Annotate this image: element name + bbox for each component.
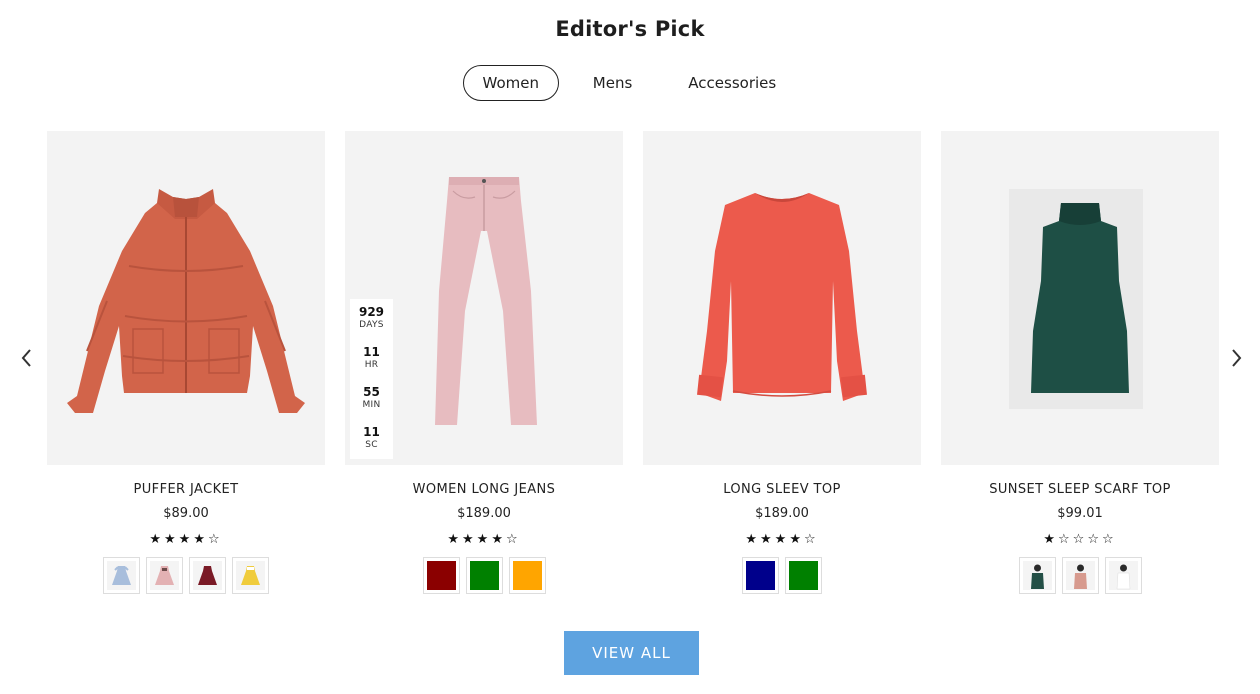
- swatch-fill: [789, 561, 818, 590]
- countdown-hours: 11: [363, 345, 380, 359]
- swatch-list: [47, 557, 325, 594]
- product-image[interactable]: [941, 131, 1219, 465]
- tab-accessories[interactable]: Accessories: [667, 65, 797, 101]
- carousel-prev-button[interactable]: [17, 344, 37, 372]
- swatch-fill: [469, 561, 499, 590]
- swatch-list: [941, 557, 1219, 594]
- pink-top-thumb[interactable]: [1061, 557, 1099, 594]
- product-price: $189.00: [755, 506, 809, 521]
- swatch-list: [643, 557, 921, 594]
- product-image[interactable]: [47, 131, 325, 465]
- countdown-minutes-label: MIN: [362, 400, 381, 410]
- countdown-days-label: DAYS: [359, 320, 384, 330]
- green-top-thumb[interactable]: [1018, 557, 1056, 594]
- product-price: $99.01: [1057, 506, 1103, 521]
- color-swatch[interactable]: [742, 557, 779, 594]
- section-title: Editor's Pick: [555, 17, 705, 41]
- swatch-fill: [746, 561, 775, 590]
- product-card[interactable]: 929 DAYS 11 HR 55 MIN 11 SC WOMEN LONG J…: [345, 131, 623, 594]
- countdown-timer: 929 DAYS 11 HR 55 MIN 11 SC: [350, 299, 393, 459]
- product-card[interactable]: PUFFER JACKET $89.00 ★★★★☆: [47, 131, 325, 594]
- white-top-thumb[interactable]: [1104, 557, 1142, 594]
- tab-mens[interactable]: Mens: [572, 65, 654, 101]
- countdown-hours-label: HR: [364, 360, 379, 370]
- yellow-dress-thumb[interactable]: [232, 557, 269, 594]
- color-swatch[interactable]: [465, 557, 503, 594]
- carousel-next-button[interactable]: [1227, 344, 1247, 372]
- chevron-left-icon: [21, 349, 31, 367]
- product-price: $89.00: [163, 506, 209, 521]
- product-name[interactable]: PUFFER JACKET: [47, 482, 325, 498]
- view-all-button[interactable]: VIEW ALL: [564, 631, 699, 675]
- star-rating: ★★★★☆: [745, 532, 819, 547]
- burgundy-dress-thumb[interactable]: [189, 557, 226, 594]
- star-rating: ★★★★☆: [149, 532, 223, 547]
- color-swatch[interactable]: [422, 557, 460, 594]
- swatch-list: [345, 557, 623, 594]
- star-rating: ★★★★☆: [447, 532, 521, 547]
- chevron-right-icon: [1232, 349, 1242, 367]
- product-price: $189.00: [457, 506, 511, 521]
- swatch-fill: [426, 561, 456, 590]
- coral-top-image: [697, 193, 867, 401]
- blue-dress-thumb[interactable]: [103, 557, 140, 594]
- pink-dress-thumb[interactable]: [146, 557, 183, 594]
- product-card[interactable]: SUNSET SLEEP SCARF TOP $99.01 ★☆☆☆☆: [941, 131, 1219, 594]
- countdown-seconds-label: SC: [365, 440, 378, 450]
- countdown-seconds: 11: [363, 425, 380, 439]
- product-name[interactable]: LONG SLEEV TOP: [643, 482, 921, 498]
- swatch-fill: [512, 561, 542, 590]
- countdown-days: 929: [358, 305, 385, 319]
- product-image[interactable]: [643, 131, 921, 465]
- tab-women[interactable]: Women: [462, 65, 559, 101]
- star-rating: ★☆☆☆☆: [1043, 532, 1117, 547]
- category-tabs: Women Mens Accessories: [0, 65, 1260, 101]
- product-name[interactable]: SUNSET SLEEP SCARF TOP: [941, 482, 1219, 498]
- color-swatch[interactable]: [508, 557, 546, 594]
- product-image[interactable]: 929 DAYS 11 HR 55 MIN 11 SC: [345, 131, 623, 465]
- color-swatch[interactable]: [785, 557, 822, 594]
- product-card[interactable]: LONG SLEEV TOP $189.00 ★★★★☆: [643, 131, 921, 594]
- product-name[interactable]: WOMEN LONG JEANS: [345, 482, 623, 498]
- puffer-jacket-image: [67, 189, 305, 413]
- green-top-image: [1009, 189, 1143, 409]
- countdown-minutes: 55: [363, 385, 380, 399]
